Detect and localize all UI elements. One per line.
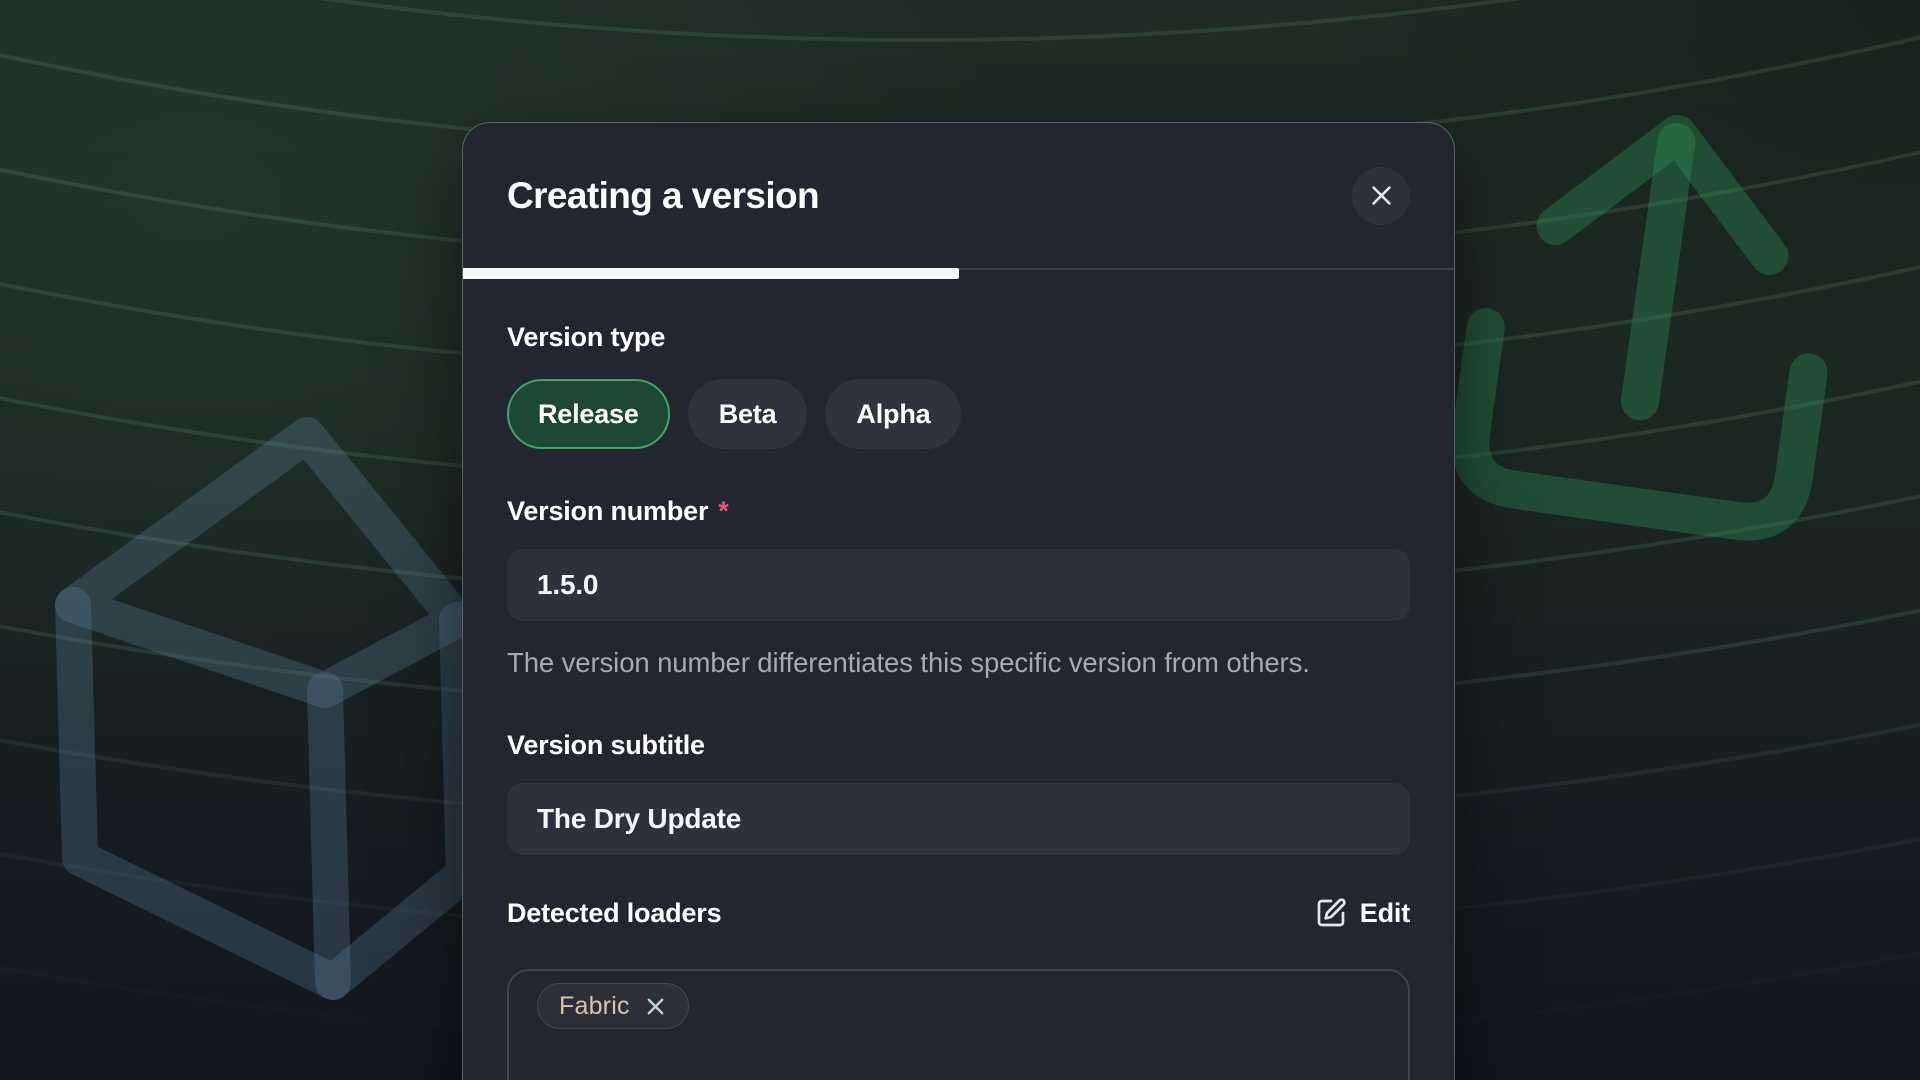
modal-header: Creating a version	[463, 123, 1454, 268]
detected-loaders-row: Detected loaders Edit	[507, 897, 1410, 929]
detected-loaders-box: Fabric	[507, 969, 1410, 1080]
modal-body: Version type Release Beta Alpha Version …	[463, 279, 1454, 1080]
edit-button-label: Edit	[1360, 898, 1410, 929]
loader-chip-fabric: Fabric	[537, 983, 689, 1029]
remove-loader-x-icon	[644, 995, 667, 1018]
close-button[interactable]	[1352, 167, 1410, 225]
version-type-label: Version type	[507, 321, 1410, 353]
version-number-input[interactable]	[507, 549, 1410, 621]
modal-title: Creating a version	[507, 175, 819, 217]
version-type-release-button[interactable]: Release	[507, 379, 670, 449]
version-type-beta-button[interactable]: Beta	[688, 379, 808, 449]
required-asterisk: *	[718, 495, 728, 527]
version-number-help: The version number differentiates this s…	[507, 641, 1357, 685]
create-version-modal: Creating a version Version type Release …	[462, 122, 1455, 1080]
remove-loader-button[interactable]	[644, 995, 667, 1018]
edit-loaders-button[interactable]: Edit	[1315, 897, 1410, 929]
edit-icon	[1315, 897, 1347, 929]
version-subtitle-label: Version subtitle	[507, 729, 1410, 761]
version-type-alpha-button[interactable]: Alpha	[825, 379, 961, 449]
progress-bar	[463, 268, 1454, 279]
close-icon	[1368, 182, 1395, 209]
progress-bar-fill	[463, 268, 959, 279]
version-subtitle-input[interactable]	[507, 783, 1410, 855]
version-number-label: Version number *	[507, 495, 1410, 527]
version-type-options: Release Beta Alpha	[507, 379, 1410, 449]
page-background: Creating a version Version type Release …	[0, 0, 1920, 1080]
detected-loaders-label: Detected loaders	[507, 897, 721, 929]
loader-chip-label: Fabric	[559, 992, 630, 1021]
